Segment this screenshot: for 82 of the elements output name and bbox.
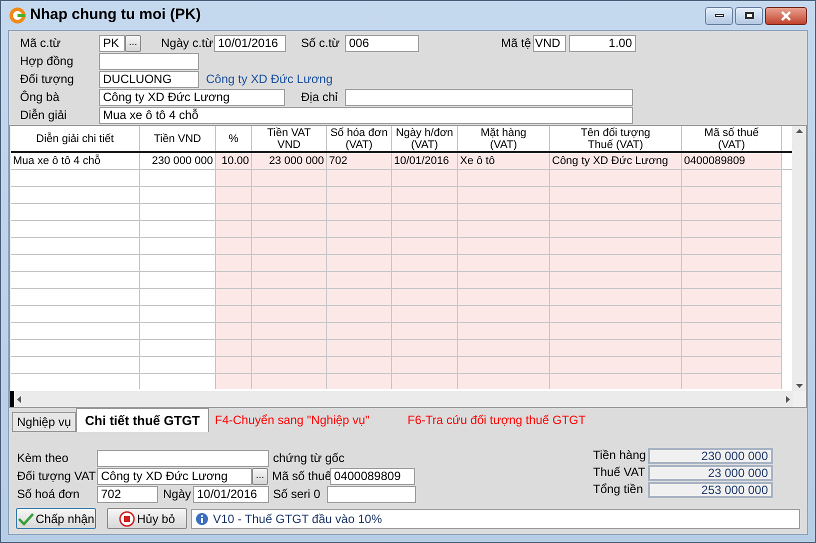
scroll-right-icon[interactable] xyxy=(786,396,790,402)
field-label: Kèm theo xyxy=(17,450,70,466)
serial-field[interactable] xyxy=(327,486,416,502)
tax-code-field[interactable]: 0400089809 xyxy=(330,468,415,484)
field-label: Ngày xyxy=(163,486,192,502)
minimize-button[interactable] xyxy=(705,6,733,24)
field-label: Thuế VAT xyxy=(593,464,646,481)
field-label: Ngày c.từ xyxy=(161,34,214,52)
person-field[interactable]: Công ty XD Đức Lương xyxy=(99,88,285,106)
scroll-left-icon[interactable] xyxy=(17,396,21,402)
table-cell: Xe ô tô xyxy=(458,153,550,169)
total-field: 23 000 000 xyxy=(648,464,773,480)
invoice-number-field[interactable]: 702 xyxy=(97,486,158,502)
table-cell: Công ty XD Đức Lương xyxy=(550,153,682,169)
table-cell: 10/01/2016 xyxy=(392,153,458,169)
field-label: Số hoá đơn xyxy=(17,486,81,502)
column-header: Tiền VND xyxy=(140,126,216,151)
window-title: Nhap chung tu moi (PK) xyxy=(30,5,201,26)
stop-icon xyxy=(118,510,135,526)
date-field[interactable]: 10/01/2016 xyxy=(214,34,286,52)
app-logo-icon xyxy=(9,7,26,24)
column-header: Số hóa đơn (VAT) xyxy=(327,126,392,151)
invoice-date-field[interactable]: 10/01/2016 xyxy=(193,486,269,502)
field-label: Diễn giải xyxy=(20,106,68,124)
column-header: Tên đối tượng Thuế (VAT) xyxy=(550,126,682,151)
column-header: Ngày h/đơn (VAT) xyxy=(392,126,458,151)
total-field: 253 000 000 xyxy=(648,482,773,498)
total-field: 230 000 000 xyxy=(648,448,773,464)
field-label: Mã số thuế xyxy=(272,468,330,484)
close-icon xyxy=(780,10,792,20)
address-field[interactable] xyxy=(345,88,633,106)
field-label: Số seri 0 xyxy=(273,486,322,502)
close-button[interactable] xyxy=(765,6,807,24)
field-label: Số c.từ xyxy=(301,34,341,52)
field-label: Đối tượng xyxy=(20,70,75,88)
table-cell: Mua xe ô tô 4 chỗ xyxy=(11,153,140,169)
accept-button[interactable]: Chấp nhận xyxy=(16,508,96,529)
vertical-scrollbar[interactable] xyxy=(792,126,806,391)
tab[interactable]: Chi tiết thuế GTGT xyxy=(76,408,209,432)
cancel-button[interactable]: Hủy bỏ xyxy=(107,508,187,529)
browse-button[interactable]: ... xyxy=(252,468,268,484)
maximize-button[interactable] xyxy=(735,6,763,24)
minimize-icon xyxy=(714,14,724,17)
field-label: Mã c.từ xyxy=(20,34,62,52)
field-label: Mã tệ xyxy=(501,34,532,52)
column-header: Mặt hàng (VAT) xyxy=(458,126,550,151)
table-cell: 702 xyxy=(327,153,392,169)
field-label: Địa chỉ xyxy=(301,88,339,106)
table-cell: 10.00 xyxy=(216,153,252,169)
scroll-down-icon[interactable] xyxy=(796,384,803,388)
shortcut-hint: F6-Tra cứu đối tượng thuế GTGT xyxy=(407,412,586,429)
voucher-type-field[interactable]: PK xyxy=(99,34,125,52)
field-label: Hợp đồng xyxy=(20,52,74,70)
field-label: chứng từ gốc xyxy=(273,450,344,466)
field-label: Đối tượng VAT xyxy=(17,468,97,484)
partner-name: Công ty XD Đức Lương xyxy=(206,71,333,88)
column-header: Mã số thuế (VAT) xyxy=(682,126,782,151)
description-field[interactable]: Mua xe ô tô 4 chỗ xyxy=(99,106,633,124)
table-cell: 23 000 000 xyxy=(252,153,327,169)
attachments-field[interactable] xyxy=(97,450,269,466)
tab[interactable]: Nghiệp vụ xyxy=(12,412,76,432)
check-icon xyxy=(18,512,34,526)
contract-field[interactable] xyxy=(99,52,199,70)
column-header: Tiền VAT VND xyxy=(252,126,327,151)
browse-button[interactable]: ... xyxy=(125,34,141,52)
maximize-icon xyxy=(744,12,754,19)
scroll-up-icon[interactable] xyxy=(796,129,803,133)
column-header: Diễn giải chi tiết xyxy=(11,126,140,151)
currency-field[interactable]: VND xyxy=(533,34,566,52)
partner-field[interactable]: DUCLUONG xyxy=(99,70,199,88)
table-cell: 0400089809 xyxy=(682,153,782,169)
field-label: Ông bà xyxy=(20,88,60,106)
info-icon xyxy=(195,512,209,526)
horizontal-scrollbar[interactable] xyxy=(10,391,793,407)
vat-partner-field[interactable]: Công ty XD Đức Lương xyxy=(97,468,252,484)
rate-field[interactable]: 1.00 xyxy=(569,34,636,52)
column-header: % xyxy=(216,126,252,151)
shortcut-hint: F4-Chuyển sang "Nghiệp vụ" xyxy=(214,412,370,429)
field-label: Tổng tiền xyxy=(593,481,644,498)
field-label: Tiền hàng xyxy=(593,447,647,464)
number-field[interactable]: 006 xyxy=(345,34,419,52)
status-message: V10 - Thuế GTGT đầu vào 10% xyxy=(191,508,800,528)
